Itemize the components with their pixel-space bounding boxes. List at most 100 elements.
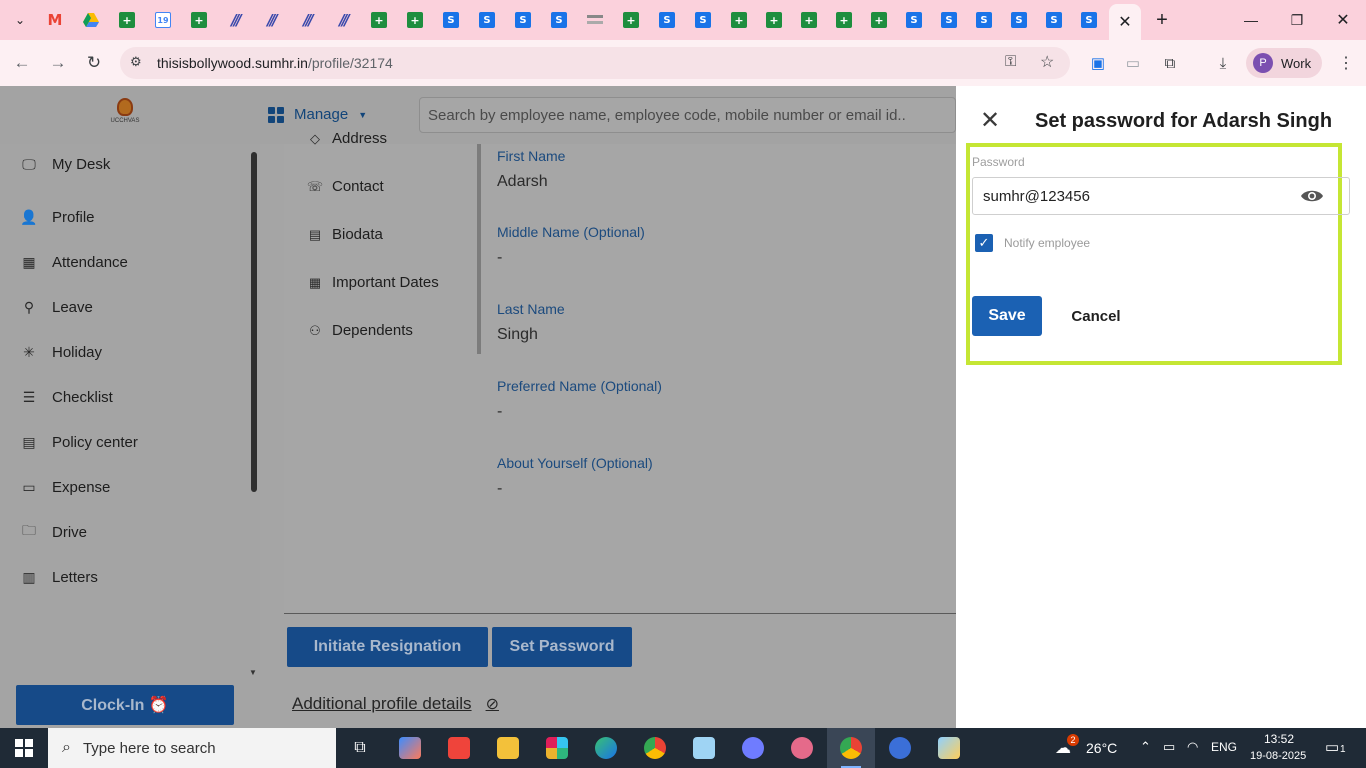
tab-s-8[interactable]: S: [937, 8, 961, 32]
sidebar-item-attendance[interactable]: ▦ Attendance: [0, 244, 250, 280]
weather-temp[interactable]: 26°C: [1086, 740, 1117, 756]
address-bar[interactable]: ⚙ thisisbollywood.sumhr.in/profile/32174…: [120, 47, 1070, 79]
employee-search-input[interactable]: Search by employee name, employee code, …: [419, 97, 956, 133]
minimize-icon[interactable]: —: [1236, 8, 1266, 32]
tab-calendar[interactable]: 19: [151, 8, 175, 32]
wifi-icon[interactable]: ◠: [1187, 739, 1198, 755]
tab-sheets-3[interactable]: +: [367, 8, 391, 32]
section-dependents[interactable]: ⚇ Dependents: [306, 322, 413, 339]
sidebar-item-checklist[interactable]: ☰ Checklist: [0, 379, 250, 415]
tab-s-5[interactable]: S: [655, 8, 679, 32]
cast-icon[interactable]: ▭: [1122, 52, 1144, 74]
tab-s-4[interactable]: S: [547, 8, 571, 32]
tab-gmail[interactable]: M: [43, 8, 67, 32]
sidebar-item-leave[interactable]: ⚲ Leave: [0, 289, 250, 325]
reload-icon[interactable]: ↻: [81, 50, 107, 76]
sidebar-scrollbar[interactable]: [251, 152, 257, 492]
tab-s-9[interactable]: S: [972, 8, 996, 32]
sidebar-item-holiday[interactable]: ✳ Holiday: [0, 334, 250, 370]
sidebar-item-expense[interactable]: ▭ Expense: [0, 469, 250, 505]
sidebar-item-drive[interactable]: 🗀 Drive: [0, 514, 250, 550]
tab-s-3[interactable]: S: [511, 8, 535, 32]
tab-s-12[interactable]: S: [1077, 8, 1101, 32]
tab-s-10[interactable]: S: [1007, 8, 1031, 32]
tray-chevron-up-icon[interactable]: ⌃: [1140, 739, 1151, 755]
notify-employee-checkbox[interactable]: ✓: [975, 234, 993, 252]
file-explorer-icon[interactable]: [484, 728, 532, 768]
section-important-dates[interactable]: ▦ Important Dates: [306, 274, 439, 291]
snipping-tool-icon[interactable]: [778, 728, 826, 768]
active-tab[interactable]: ✕: [1109, 4, 1141, 40]
tab-sheets-7[interactable]: +: [762, 8, 786, 32]
tab-s-2[interactable]: S: [475, 8, 499, 32]
bookmark-star-icon[interactable]: ☆: [1040, 52, 1054, 72]
tab-generic[interactable]: [583, 8, 607, 32]
manage-menu[interactable]: Manage ▼: [268, 106, 367, 123]
clock-date[interactable]: 19-08-2025: [1250, 750, 1306, 762]
restore-icon[interactable]: ❐: [1282, 8, 1312, 32]
tab-drive[interactable]: [79, 8, 103, 32]
sidebar-item-policy-center[interactable]: ▤ Policy center: [0, 424, 250, 460]
download-icon[interactable]: ⤓: [1212, 52, 1234, 74]
settings-app-icon[interactable]: [729, 728, 777, 768]
tab-s-7[interactable]: S: [902, 8, 926, 32]
tab-s-1[interactable]: S: [439, 8, 463, 32]
extensions-icon[interactable]: ⧉: [1159, 52, 1181, 74]
taskbar-search-box[interactable]: ⌕ Type here to search: [48, 728, 336, 768]
window-close-icon[interactable]: ✕: [1328, 8, 1358, 32]
anydesk-icon[interactable]: [435, 728, 483, 768]
password-key-icon[interactable]: ⚿: [1005, 53, 1016, 70]
tab-search-button[interactable]: ⌄: [8, 8, 32, 32]
sidebar-item-letters[interactable]: ▥ Letters: [0, 559, 250, 595]
tab-sheets-8[interactable]: +: [797, 8, 821, 32]
slack-icon[interactable]: [533, 728, 581, 768]
new-tab-button[interactable]: +: [1147, 8, 1177, 32]
scroll-down-arrow-icon[interactable]: ▼: [249, 668, 257, 677]
menu-kebab-icon[interactable]: ⋮: [1335, 52, 1357, 74]
set-password-button[interactable]: Set Password: [492, 627, 632, 667]
screen-share-icon[interactable]: ▣: [1087, 52, 1109, 74]
eye-icon[interactable]: [1300, 187, 1324, 205]
tab-s-11[interactable]: S: [1042, 8, 1066, 32]
section-nav-scrollbar[interactable]: [477, 144, 481, 354]
notifications-icon[interactable]: ▭: [1325, 738, 1339, 756]
back-icon[interactable]: ←: [9, 50, 35, 76]
chrome-icon[interactable]: [631, 728, 679, 768]
eye-off-icon[interactable]: ⊘: [486, 694, 499, 714]
tab-sheets-1[interactable]: +: [115, 8, 139, 32]
save-button[interactable]: Save: [972, 296, 1042, 336]
chrome-profile-icon[interactable]: [827, 728, 875, 768]
tab-sheets-9[interactable]: +: [832, 8, 856, 32]
tab-s-6[interactable]: S: [691, 8, 715, 32]
notepad-icon[interactable]: [680, 728, 728, 768]
sidebar-item-profile[interactable]: 👤 Profile: [0, 199, 250, 235]
sidebar-item-my-desk[interactable]: 🖵 My Desk: [0, 146, 250, 182]
tab-linear-1[interactable]: ///: [223, 8, 247, 32]
tab-linear-2[interactable]: ///: [259, 8, 283, 32]
cancel-button[interactable]: Cancel: [1062, 296, 1130, 336]
forward-icon[interactable]: →: [45, 50, 71, 76]
paint-icon[interactable]: [925, 728, 973, 768]
close-icon[interactable]: ✕: [1118, 12, 1131, 32]
clock-time[interactable]: 13:52: [1264, 732, 1294, 746]
close-icon[interactable]: ✕: [978, 107, 1002, 134]
copilot-icon[interactable]: [386, 728, 434, 768]
tab-sheets-10[interactable]: +: [867, 8, 891, 32]
additional-profile-details-link[interactable]: Additional profile details ⊘: [292, 694, 499, 714]
battery-icon[interactable]: ▭: [1163, 739, 1175, 755]
clock-in-button[interactable]: Clock-In ⏰: [16, 685, 234, 725]
tab-sheets-5[interactable]: +: [619, 8, 643, 32]
section-biodata[interactable]: ▤ Biodata: [306, 226, 383, 243]
edge-icon[interactable]: [582, 728, 630, 768]
profile-button[interactable]: P Work: [1246, 48, 1322, 78]
tab-sheets-6[interactable]: +: [727, 8, 751, 32]
chrome-work-icon[interactable]: [876, 728, 924, 768]
password-input[interactable]: sumhr@123456: [972, 177, 1350, 215]
tab-linear-4[interactable]: ///: [331, 8, 355, 32]
language-indicator[interactable]: ENG: [1211, 740, 1237, 754]
tab-linear-3[interactable]: ///: [295, 8, 319, 32]
tab-sheets-4[interactable]: +: [403, 8, 427, 32]
task-view-icon[interactable]: ⧉: [336, 728, 384, 768]
section-address[interactable]: ◇ Address: [306, 130, 387, 147]
section-contact[interactable]: ☏ Contact: [306, 178, 384, 195]
